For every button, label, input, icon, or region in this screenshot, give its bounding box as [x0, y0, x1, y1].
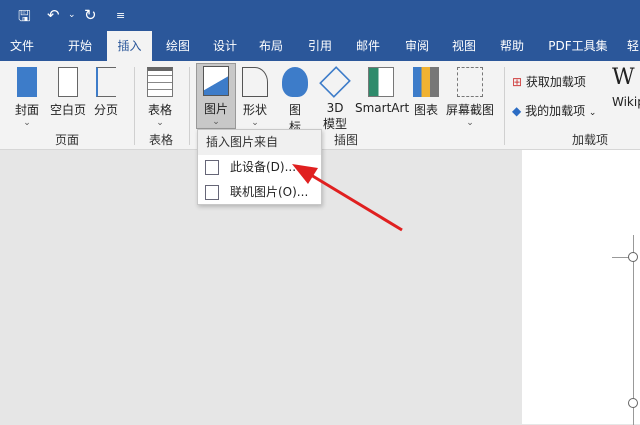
- red-arrow-annotation: [292, 164, 403, 232]
